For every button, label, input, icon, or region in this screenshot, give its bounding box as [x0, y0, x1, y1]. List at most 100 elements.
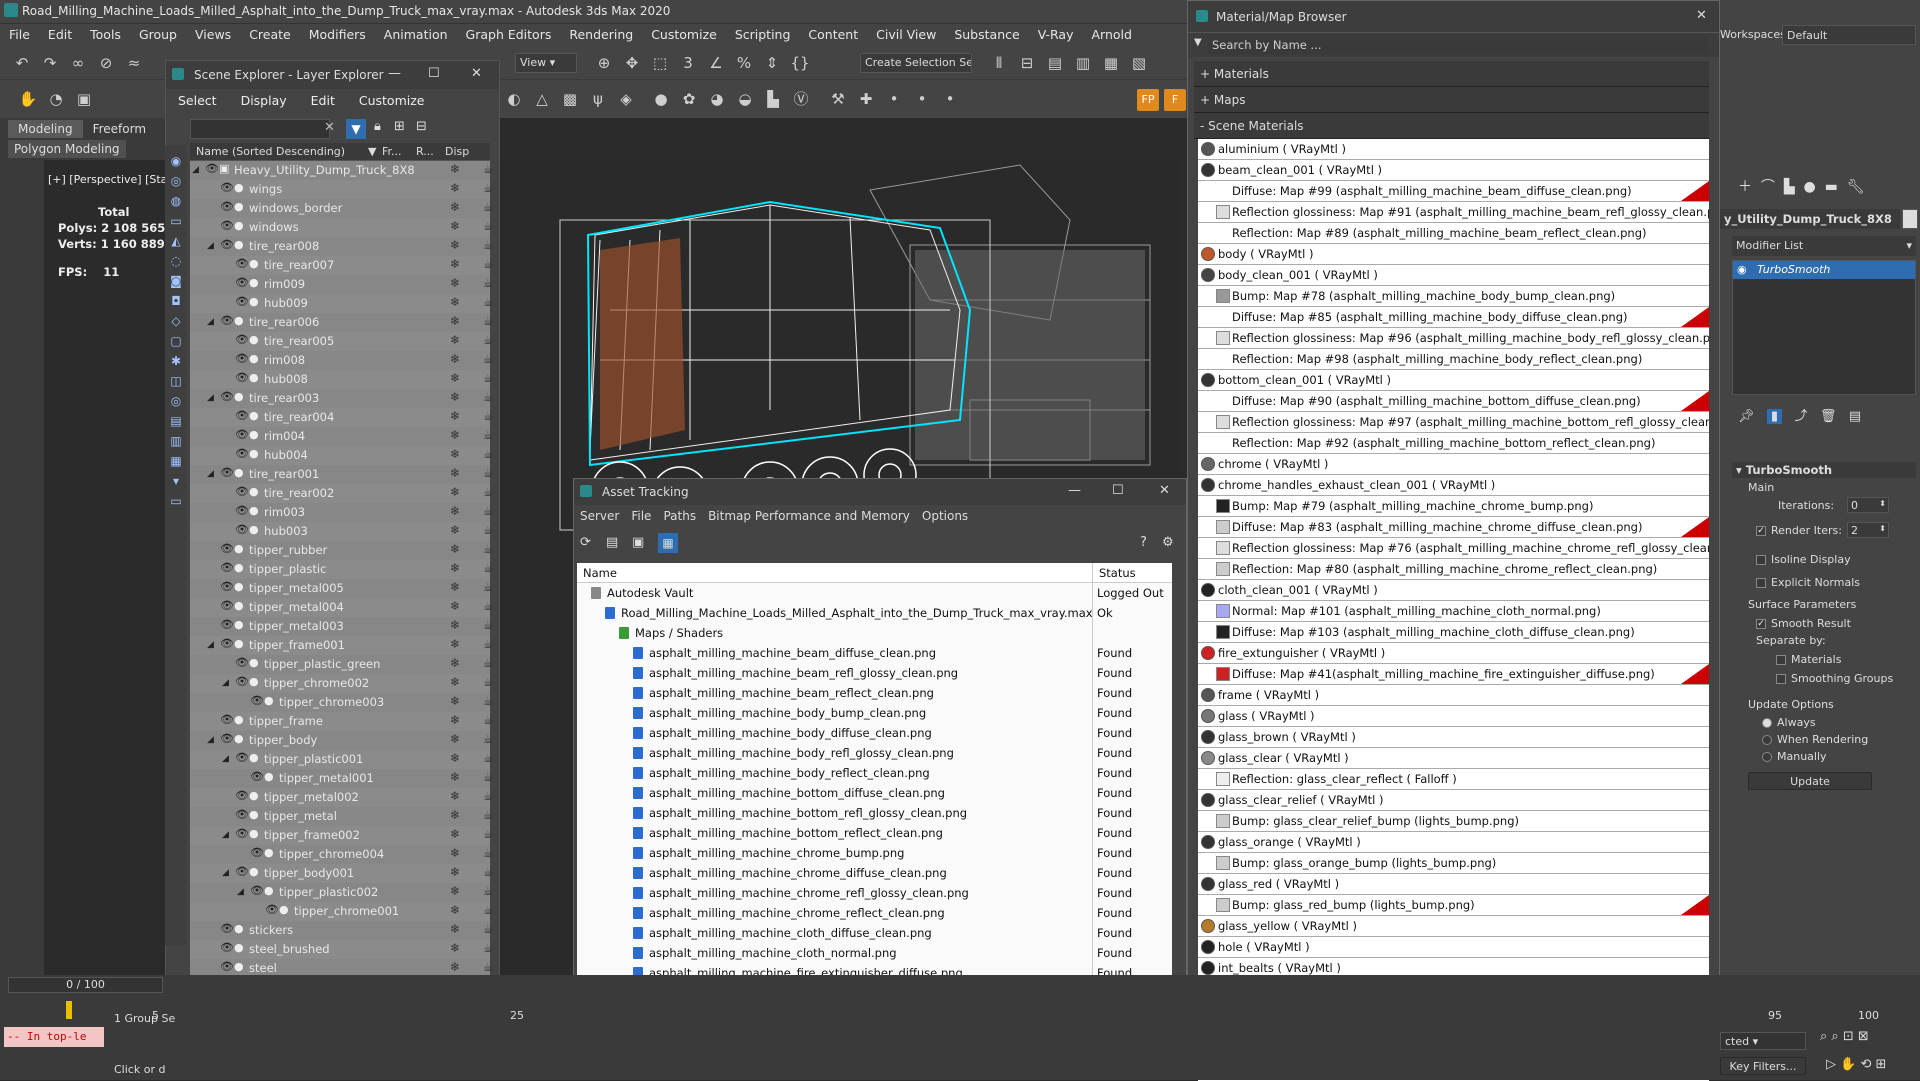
renderable-icon[interactable]: ☕	[483, 903, 494, 917]
material-item[interactable]: glass_clear ( VRayMtl )	[1198, 748, 1709, 769]
freeze-icon[interactable]: ❄	[450, 694, 460, 708]
display-icon[interactable]: ▣	[73, 88, 95, 110]
zoom-icon[interactable]: ⌕	[1820, 1029, 1827, 1044]
hierarchy-icon[interactable]: ⊞	[394, 119, 405, 134]
renderable-icon[interactable]: ☕	[483, 561, 494, 575]
display-xrefs-icon[interactable]: ✱	[165, 351, 187, 371]
freeze-icon[interactable]: ❄	[450, 675, 460, 689]
freeze-icon[interactable]: ❄	[450, 656, 460, 670]
material-item[interactable]: glass_red ( VRayMtl )	[1198, 874, 1709, 895]
visibility-eye-icon[interactable]: 👁︎	[220, 580, 234, 593]
asset-row[interactable]: asphalt_milling_machine_bottom_reflect_c…	[577, 823, 1172, 843]
menu-arnold[interactable]: Arnold	[1083, 24, 1141, 45]
freeze-icon[interactable]: ❄	[450, 618, 460, 632]
tree-row[interactable]: 👁︎ ● tipper_plastic_green ❄ ☕	[190, 655, 494, 674]
render-setup-icon[interactable]: ◒	[734, 88, 756, 110]
time-slider[interactable]: 0 / 100	[8, 977, 163, 993]
visibility-eye-icon[interactable]: 👁︎	[235, 523, 249, 536]
cube-icon[interactable]: ◈	[615, 88, 637, 110]
tree-row[interactable]: 👁︎ ● tipper_plastic ❄ ☕	[190, 560, 494, 579]
pivot-icon[interactable]: ⊕	[593, 52, 615, 74]
tree-row[interactable]: ◢ 👁︎ ● tipper_body ❄ ☕	[190, 731, 494, 750]
stack-eye-icon[interactable]: ◉	[1737, 263, 1747, 276]
map-item[interactable]: Diffuse: Map #85 (asphalt_milling_machin…	[1198, 307, 1709, 328]
scene-search-input[interactable]	[190, 119, 330, 139]
material-item[interactable]: chrome_handles_exhaust_clean_001 ( VRayM…	[1198, 475, 1709, 496]
layer-explorer-icon[interactable]: ▥	[1072, 52, 1094, 74]
visibility-eye-icon[interactable]: 👁︎	[220, 542, 234, 555]
menu-edit[interactable]: Edit	[299, 89, 347, 112]
display-hidden-icon[interactable]: ▥	[165, 431, 187, 451]
freeze-icon[interactable]: ❄	[450, 827, 460, 841]
visibility-eye-icon[interactable]: 👁︎	[235, 333, 249, 346]
explicit-normals-checkbox[interactable]	[1756, 578, 1766, 588]
renderable-icon[interactable]: ☕	[483, 371, 494, 385]
tree-row[interactable]: ◢ 👁︎ ● tipper_plastic002 ❄ ☕	[190, 883, 494, 902]
visibility-eye-icon[interactable]: 👁︎	[220, 599, 234, 612]
freeze-icon[interactable]: ❄	[450, 371, 460, 385]
tree-row[interactable]: ◢ 👁︎ ● tipper_body001 ❄ ☕	[190, 864, 494, 883]
display-tab-icon[interactable]: ▬	[1825, 179, 1838, 195]
visibility-eye-icon[interactable]: 👁︎	[250, 770, 264, 783]
visibility-eye-icon[interactable]: 👁︎	[235, 409, 249, 422]
menu-animation[interactable]: Animation	[375, 24, 457, 45]
freeze-icon[interactable]: ❄	[450, 219, 460, 233]
visibility-eye-icon[interactable]: 👁︎	[235, 789, 249, 802]
asset-row[interactable]: asphalt_milling_machine_cloth_normal.png…	[577, 943, 1172, 963]
material-search-input[interactable]: Search by Name ...	[1208, 35, 1708, 55]
snap-icon[interactable]: 3	[677, 52, 699, 74]
renderable-icon[interactable]: ☕	[483, 770, 494, 784]
freeze-icon[interactable]: ❄	[450, 333, 460, 347]
renderable-icon[interactable]: ☕	[483, 333, 494, 347]
renderable-icon[interactable]: ☕	[483, 922, 494, 936]
list-view-icon[interactable]: ▤	[606, 535, 618, 550]
renderable-icon[interactable]: ☕	[483, 713, 494, 727]
tree-row[interactable]: 👁︎ ● tipper_metal003 ❄ ☕	[190, 617, 494, 636]
freeze-icon[interactable]: ❄	[450, 485, 460, 499]
freeze-icon[interactable]: ❄	[450, 846, 460, 860]
help-icon[interactable]: ?	[1140, 535, 1147, 550]
tree-row[interactable]: 👁︎ ● rim003 ❄ ☕	[190, 503, 494, 522]
renderable-icon[interactable]: ☕	[483, 409, 494, 423]
selection-set-dropdown[interactable]: Create Selection Se ▾	[860, 53, 972, 73]
menu-rendering[interactable]: Rendering	[560, 24, 642, 45]
renderable-icon[interactable]: ☕	[483, 162, 494, 176]
visibility-eye-icon[interactable]: 👁︎	[220, 941, 234, 954]
lock-icon[interactable]: 🔒︎	[374, 119, 381, 134]
menu-tools[interactable]: Tools	[81, 24, 130, 45]
visibility-eye-icon[interactable]: 👁︎	[220, 561, 234, 574]
material-item[interactable]: glass_yellow ( VRayMtl )	[1198, 916, 1709, 937]
renderable-icon[interactable]: ☕	[483, 732, 494, 746]
menu-civil-view[interactable]: Civil View	[867, 24, 945, 45]
freeze-icon[interactable]: ❄	[450, 751, 460, 765]
freeze-icon[interactable]: ❄	[450, 238, 460, 252]
freeze-icon[interactable]: ❄	[450, 466, 460, 480]
expand-arrow-icon[interactable]: ◢	[222, 754, 229, 764]
freeze-icon[interactable]: ❄	[450, 181, 460, 195]
material-editor-icon[interactable]: ✿	[678, 88, 700, 110]
renderable-icon[interactable]: ☕	[483, 827, 494, 841]
plus-tool-icon[interactable]: ✚	[855, 88, 877, 110]
menu-content[interactable]: Content	[799, 24, 867, 45]
menu-file[interactable]: File	[0, 24, 39, 45]
tab-polygon-modeling[interactable]: Polygon Modeling	[8, 140, 126, 158]
angle-snap-icon[interactable]: ∠	[705, 52, 727, 74]
view-dropdown[interactable]: View ▾	[515, 53, 577, 73]
menu-edit[interactable]: Edit	[39, 24, 81, 45]
vray-icon[interactable]: Ⓥ	[790, 88, 812, 110]
tree-row[interactable]: 👁︎ ● rim008 ❄ ☕	[190, 351, 494, 370]
material-item[interactable]: glass_orange ( VRayMtl )	[1198, 832, 1709, 853]
map-item[interactable]: Bump: Map #78 (asphalt_milling_machine_b…	[1198, 286, 1709, 307]
menu-views[interactable]: Views	[186, 24, 240, 45]
visibility-eye-icon[interactable]: 👁︎	[235, 295, 249, 308]
asset-row[interactable]: asphalt_milling_machine_beam_refl_glossy…	[577, 663, 1172, 683]
col-name[interactable]: Name (Sorted Descending)	[196, 145, 345, 158]
tree-row[interactable]: 👁︎ ● tipper_chrome004 ❄ ☕	[190, 845, 494, 864]
asset-row[interactable]: asphalt_milling_machine_bottom_diffuse_c…	[577, 783, 1172, 803]
renderable-icon[interactable]: ☕	[483, 485, 494, 499]
renderable-icon[interactable]: ☕	[483, 580, 494, 594]
render-iters-checkbox[interactable]: ✓	[1756, 526, 1766, 536]
map-item[interactable]: Reflection glossiness: Map #96 (asphalt_…	[1198, 328, 1709, 349]
map-item[interactable]: Normal: Map #101 (asphalt_milling_machin…	[1198, 601, 1709, 622]
renderable-icon[interactable]: ☕	[483, 637, 494, 651]
